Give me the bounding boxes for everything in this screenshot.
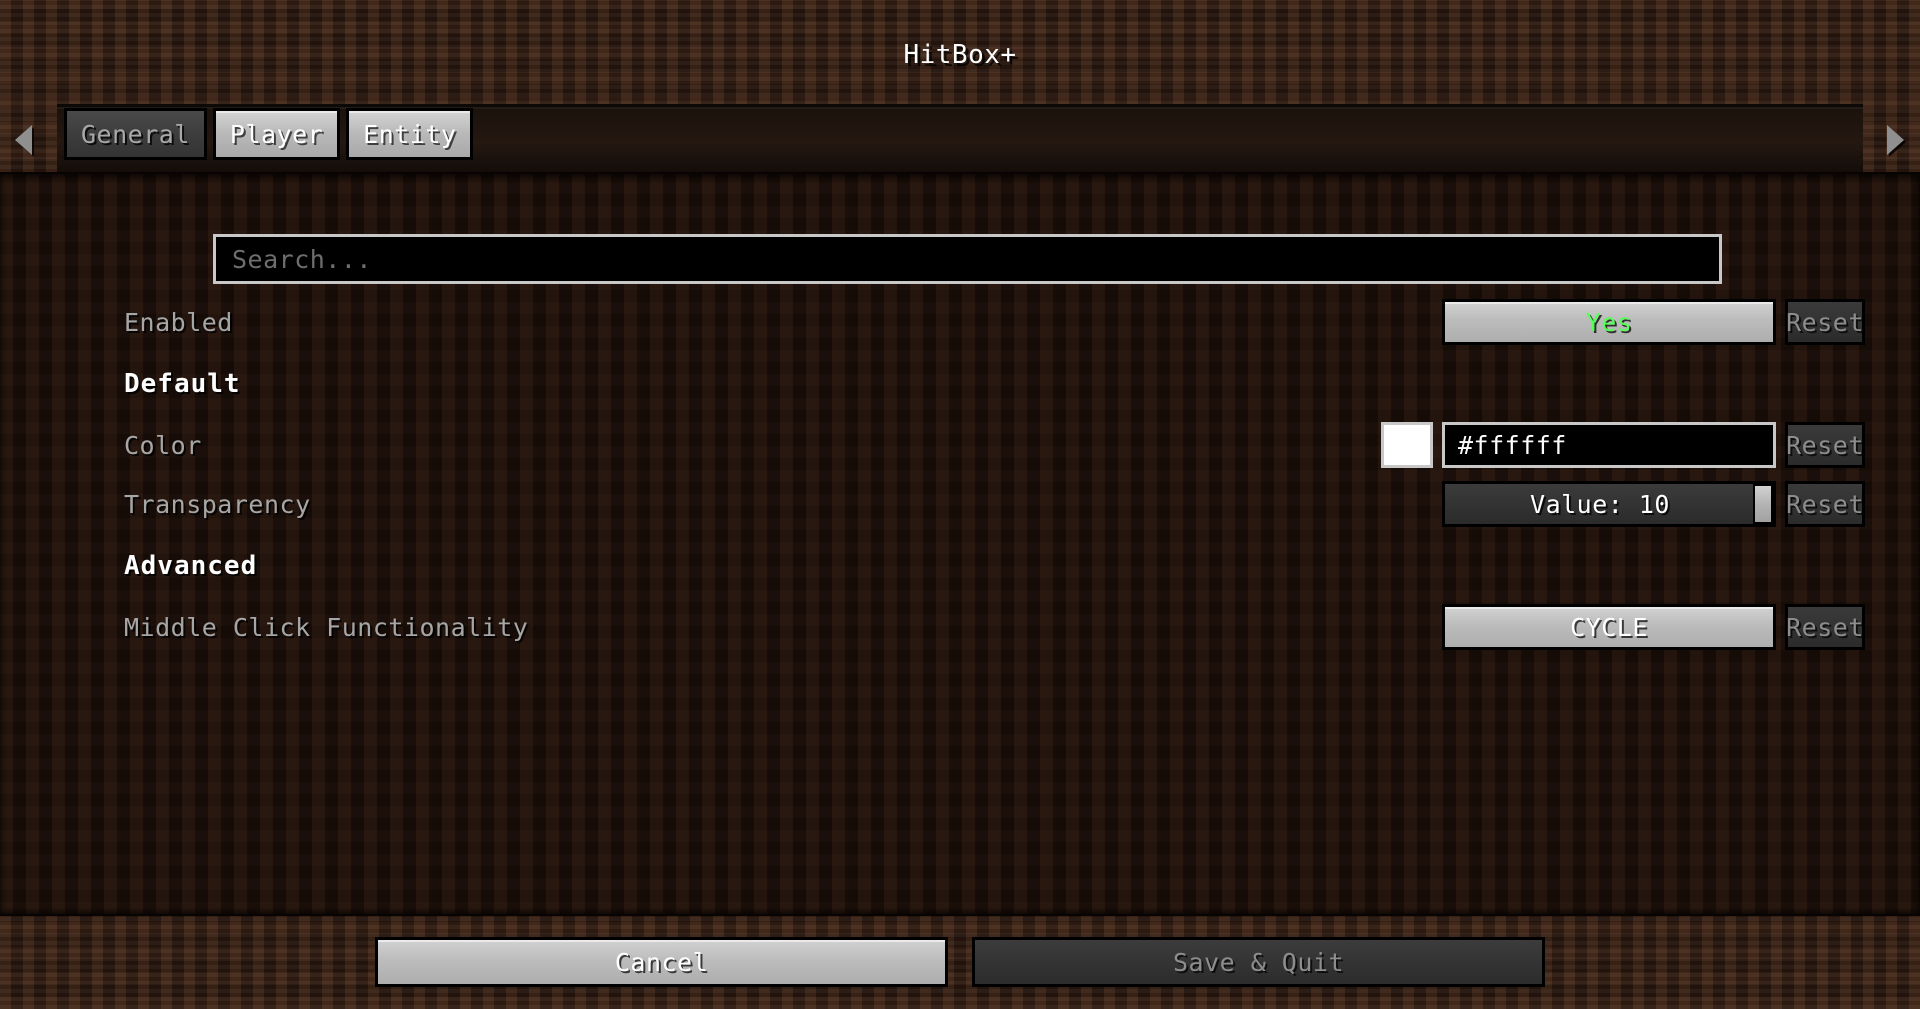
middle-click-enum-button[interactable]: CYCLE [1442, 604, 1776, 650]
tab-scroll-left-button[interactable] [10, 120, 36, 160]
transparency-reset-label: Reset [1786, 489, 1864, 519]
option-row-advanced-section: Advanced [0, 542, 1920, 590]
tab-list: General Player Entity [64, 108, 474, 160]
option-row-middle-click: Middle Click Functionality CYCLE Reset [0, 603, 1920, 651]
chevron-right-icon [1886, 125, 1904, 155]
option-row-default-section: Default [0, 360, 1920, 408]
option-label-transparency: Transparency [124, 489, 311, 519]
cancel-button[interactable]: Cancel [375, 937, 948, 987]
option-row-transparency: Transparency Value: 10 Reset [0, 480, 1920, 528]
color-hex-value: #ffffff [1458, 430, 1567, 460]
tab-scroll-right-button[interactable] [1882, 120, 1908, 160]
tab-entity[interactable]: Entity [346, 108, 474, 160]
middle-click-reset-label: Reset [1786, 612, 1864, 642]
tab-entity-label: Entity [363, 119, 457, 149]
option-label-middle-click: Middle Click Functionality [124, 612, 529, 642]
tab-general-label: General [81, 119, 190, 149]
color-hex-input[interactable]: #ffffff [1442, 422, 1776, 468]
middle-click-reset-button[interactable]: Reset [1785, 604, 1865, 650]
option-controls-color: #ffffff Reset [1381, 422, 1865, 468]
section-header-advanced: Advanced [124, 551, 258, 581]
save-and-quit-button[interactable]: Save & Quit [972, 937, 1545, 987]
option-controls-transparency: Value: 10 Reset [1442, 481, 1865, 527]
tab-player-label: Player [229, 119, 324, 149]
search-input[interactable]: Search... [213, 234, 1722, 284]
transparency-slider-value: Value: 10 [1530, 489, 1670, 519]
option-label-enabled: Enabled [124, 307, 233, 337]
cancel-button-label: Cancel [614, 947, 709, 977]
title-bar: HitBox+ [0, 0, 1920, 102]
tab-general[interactable]: General [64, 108, 207, 160]
options-panel: Search... Enabled Yes Reset Default Colo… [0, 172, 1920, 916]
option-row-color: Color #ffffff Reset [0, 421, 1920, 469]
color-reset-button[interactable]: Reset [1785, 422, 1865, 468]
enabled-reset-button[interactable]: Reset [1785, 299, 1865, 345]
middle-click-enum-value: CYCLE [1570, 612, 1648, 642]
option-controls-middle-click: CYCLE Reset [1442, 604, 1865, 650]
transparency-reset-button[interactable]: Reset [1785, 481, 1865, 527]
option-label-color: Color [124, 430, 202, 460]
footer-bar: Cancel Save & Quit www.9minecraft.net [0, 912, 1920, 1009]
option-controls-enabled: Yes Reset [1442, 299, 1865, 345]
enabled-toggle-value: Yes [1585, 307, 1633, 337]
color-swatch[interactable] [1381, 422, 1433, 468]
transparency-slider[interactable]: Value: 10 [1442, 481, 1776, 527]
transparency-slider-knob[interactable] [1753, 484, 1773, 524]
option-row-enabled: Enabled Yes Reset [0, 298, 1920, 346]
tab-player[interactable]: Player [212, 108, 341, 160]
section-header-default: Default [124, 369, 241, 399]
tab-bar: General Player Entity [0, 100, 1920, 173]
chevron-left-icon [14, 125, 32, 155]
enabled-reset-label: Reset [1786, 307, 1864, 337]
search-placeholder-text: Search... [232, 244, 372, 274]
page-title: HitBox+ [903, 40, 1017, 70]
color-reset-label: Reset [1786, 430, 1864, 460]
enabled-toggle-button[interactable]: Yes [1442, 299, 1776, 345]
minecraft-config-screen: HitBox+ General Player Entity Search... [0, 0, 1920, 1009]
save-and-quit-label: Save & Quit [1172, 947, 1345, 977]
